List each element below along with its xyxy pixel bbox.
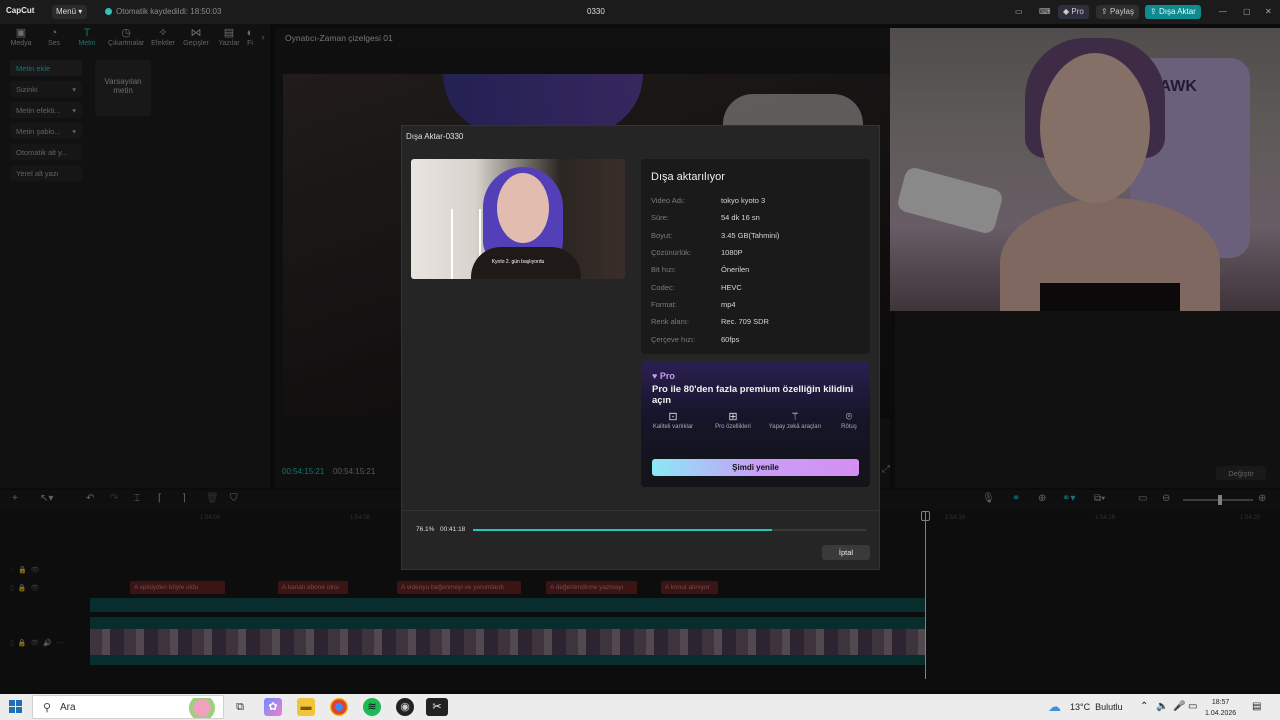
info-value: 54 dk 16 sn — [721, 213, 760, 222]
elapsed-time: 00:41:18 — [440, 526, 466, 533]
export-heading: Dışa aktarılıyor — [651, 171, 725, 183]
cancel-button[interactable]: İptal — [822, 545, 870, 560]
title-bar: CapCut Menü ▾ Otomatik kaydedildi: 18:50… — [0, 0, 1280, 24]
info-value: tokyo kyoto 3 — [721, 196, 766, 205]
info-value: HEVC — [721, 283, 742, 292]
export-dialog-title: Dışa Aktar-0330 — [406, 132, 464, 141]
info-key: Format: — [651, 300, 677, 309]
pro-feature-label: Yapay zekâ araçları — [768, 424, 822, 430]
taskbar-clock[interactable]: 18:57 1.04.2026 — [1205, 697, 1236, 719]
diamond-icon: ♥ — [652, 371, 658, 381]
info-key: Bit hızı: — [651, 265, 677, 274]
microphone-tray-icon[interactable]: 🎤 — [1173, 701, 1185, 712]
autosave-status: Otomatik kaydedildi: 18:50:03 — [116, 7, 222, 16]
menu-label: Menü — [56, 7, 77, 16]
layout-icon[interactable]: ▭ — [1010, 5, 1028, 19]
copilot-icon[interactable]: ✿ — [264, 698, 282, 716]
shortcut-icon[interactable]: ⌨ — [1034, 5, 1056, 19]
pro-button[interactable]: ◆ Pro — [1058, 5, 1089, 19]
info-key: Süre: — [651, 213, 669, 222]
info-value: 3.45 GB(Tahmini) — [721, 231, 780, 240]
grid-sparkle-icon: ⊞ — [728, 411, 738, 423]
info-key: Çözünürlük: — [651, 248, 692, 257]
pro-label: Pro — [1071, 7, 1084, 16]
pro-message: Pro ile 80'den fazla premium özelliğin k… — [652, 384, 854, 406]
upgrade-now-button[interactable]: Şimdi yenile — [652, 459, 859, 476]
pro-upsell-card: ♥ Pro Pro ile 80'den fazla premium özell… — [641, 361, 870, 487]
share-button[interactable]: ⇪ Paylaş — [1096, 5, 1139, 19]
windows-taskbar: ⚲ Ara ⧉ ✿ ▬ ≋ ◉ ✂ ☁ 13°C Bulutlu ⌃ 🔈 🎤 ▭… — [0, 694, 1280, 720]
windows-start-icon[interactable] — [9, 700, 23, 714]
close-icon[interactable]: ✕ — [1260, 5, 1277, 19]
export-progress-bar — [473, 529, 866, 531]
volume-icon[interactable]: 🔈 — [1156, 701, 1168, 712]
chevron-up-icon[interactable]: ⌃ — [1140, 701, 1148, 712]
pro-feature: ⚚ Yapay zekâ araçları — [767, 411, 823, 431]
chrome-icon[interactable] — [330, 698, 348, 716]
task-view-icon[interactable]: ⧉ — [231, 698, 249, 716]
pro-feature-label: Rötuş — [841, 424, 857, 430]
info-value: 1080P — [721, 248, 743, 257]
pro-badge: ♥ Pro — [652, 371, 675, 381]
search-placeholder: Ara — [60, 702, 76, 713]
export-preview: Kyoto 2. gün başlıyordu — [411, 159, 625, 279]
menu-button[interactable]: Menü ▾ — [52, 5, 87, 19]
preview-subtitle: Kyoto 2. gün başlıyordu — [491, 259, 545, 265]
minimize-icon[interactable]: — — [1214, 5, 1232, 19]
magic-wand-icon: ⚚ — [790, 411, 800, 423]
info-value: Rec. 709 SDR — [721, 317, 769, 326]
autosave-icon — [105, 8, 112, 15]
weather-widget[interactable]: 13°C Bulutlu — [1070, 702, 1123, 712]
weather-temp: 13°C — [1070, 702, 1091, 712]
export-dialog: Dışa Aktar-0330 Kyoto 2. gün başlıyordu … — [401, 125, 880, 570]
image-sparkle-icon: ⊡ — [668, 411, 678, 423]
pro-feature: ⊞ Pro özellikleri — [705, 411, 761, 431]
info-key: Çerçeve hızı: — [651, 335, 696, 344]
info-key: Renk alanı: — [651, 317, 689, 326]
progress-percent: 76.1% — [416, 526, 435, 533]
info-key: Video Adı: — [651, 196, 686, 205]
clock-time: 18:57 — [1211, 699, 1230, 706]
info-key: Codec: — [651, 283, 675, 292]
divider — [402, 510, 879, 511]
search-highlight-image — [183, 698, 221, 718]
clock-date: 1.04.2026 — [1205, 710, 1237, 717]
info-value: mp4 — [721, 300, 736, 309]
file-explorer-icon[interactable]: ▬ — [297, 698, 315, 716]
project-title: 0330 — [587, 7, 605, 16]
obs-icon[interactable]: ◉ — [396, 698, 414, 716]
network-icon[interactable]: ▭ — [1188, 701, 1197, 712]
notification-icon[interactable]: ▤ — [1252, 701, 1261, 712]
export-info-card: Dışa aktarılıyor Video Adı: tokyo kyoto 3… — [641, 159, 870, 354]
export-label: Dışa Aktar — [1158, 7, 1196, 16]
share-label: Paylaş — [1109, 7, 1134, 16]
portrait-icon: ⌾ — [845, 411, 853, 423]
pro-feature-label: Kaliteli varlıklar — [652, 424, 694, 430]
maximize-icon[interactable]: ▢ — [1238, 5, 1256, 19]
pro-feature: ⌾ Rötuş — [821, 411, 877, 431]
capcut-taskbar-icon[interactable]: ✂ — [426, 698, 448, 716]
cloud-icon: ☁ — [1048, 699, 1061, 714]
pro-badge-label: Pro — [659, 371, 675, 381]
info-value: 60fps — [721, 335, 740, 344]
taskbar-search[interactable]: ⚲ Ara — [32, 695, 224, 719]
info-key: Boyut: — [651, 231, 673, 240]
info-value: Önerilen — [721, 265, 750, 274]
search-icon: ⚲ — [43, 702, 52, 714]
export-progress-fill — [473, 529, 773, 531]
app-logo: CapCut — [6, 6, 35, 15]
spotify-icon[interactable]: ≋ — [363, 698, 381, 716]
weather-desc: Bulutlu — [1095, 702, 1123, 712]
export-button[interactable]: ⇪ Dışa Aktar — [1145, 5, 1201, 19]
pro-feature-label: Pro özellikleri — [715, 424, 751, 430]
preview-face — [497, 173, 549, 243]
pro-feature: ⊡ Kaliteli varlıklar — [645, 411, 701, 431]
